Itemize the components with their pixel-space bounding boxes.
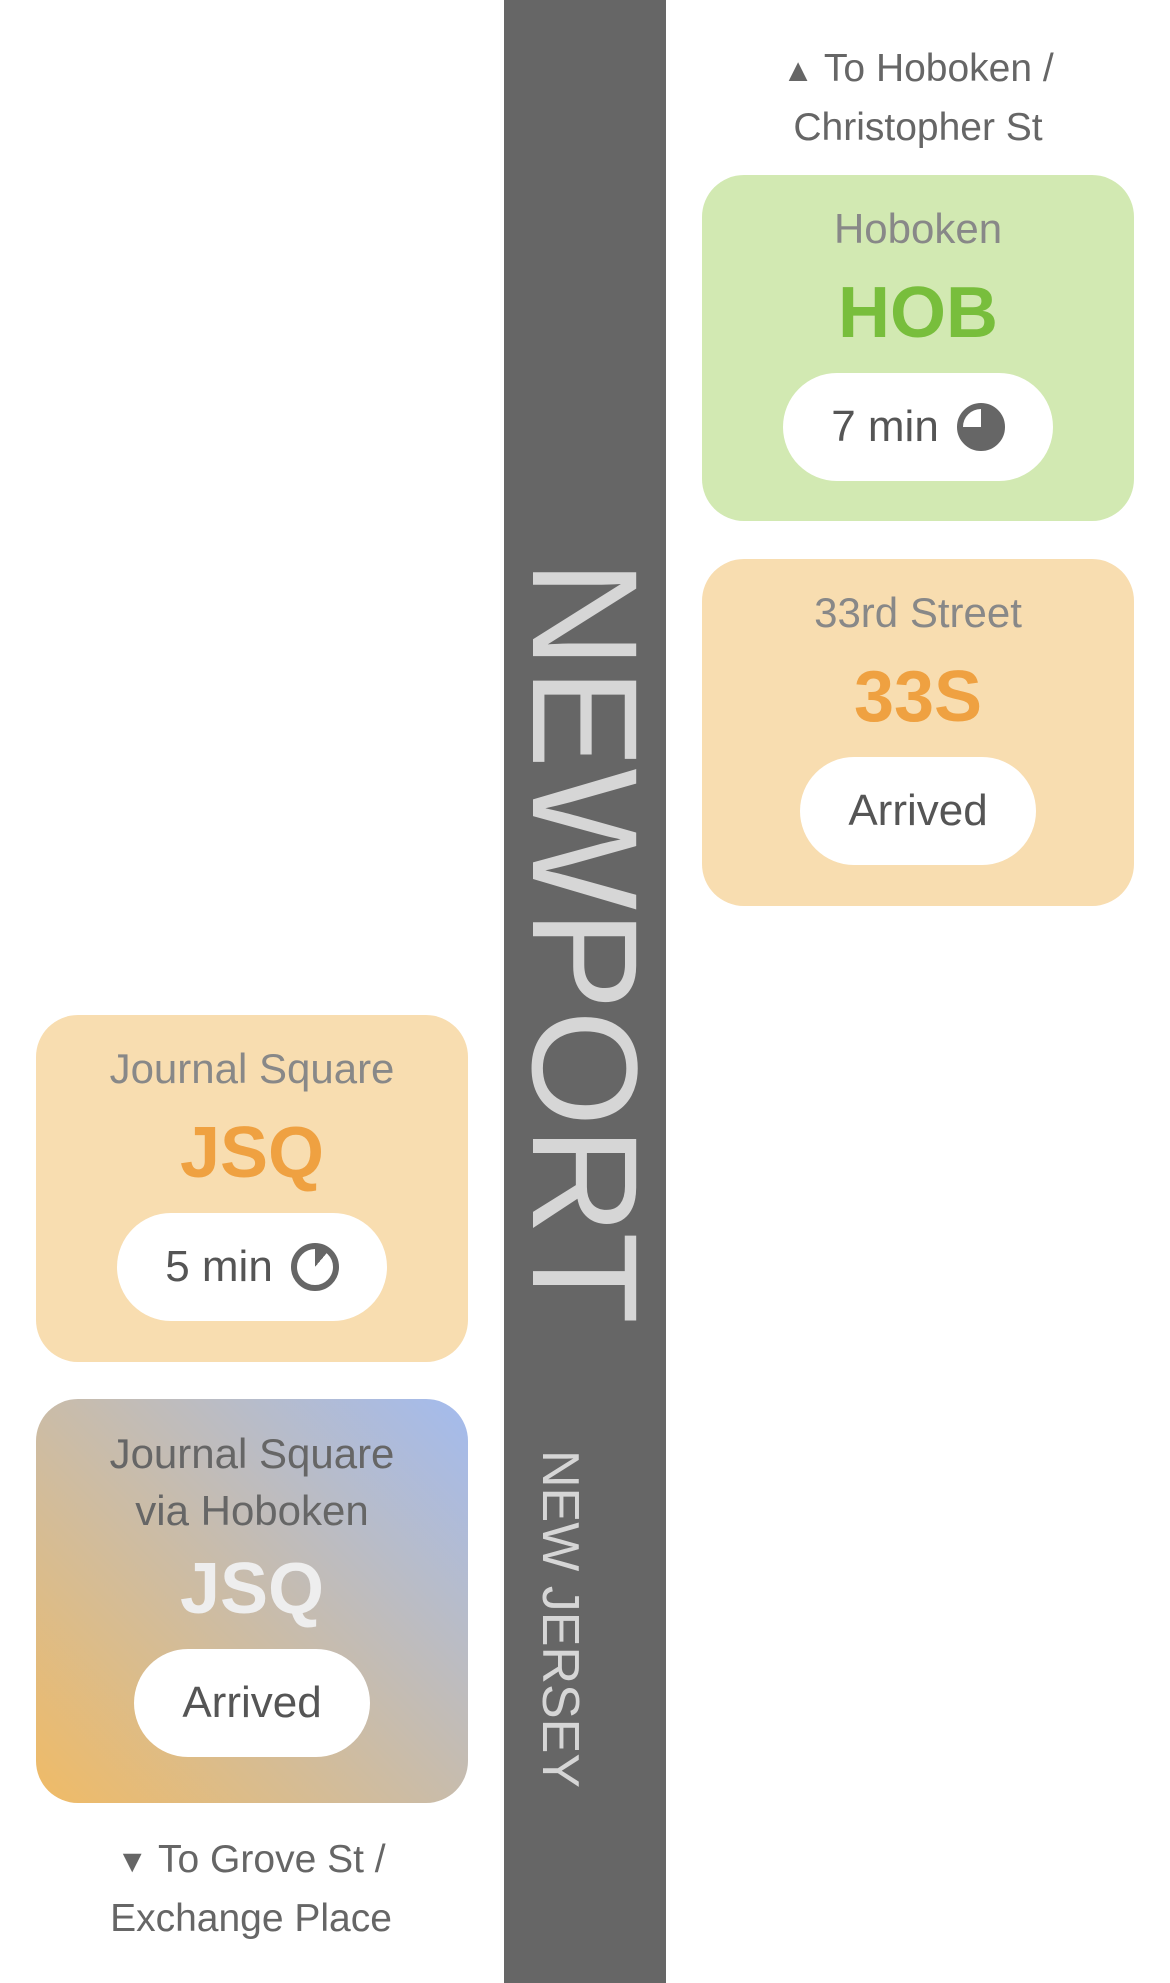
direction-south: ▼ To Grove St / Exchange Place <box>36 1831 466 1947</box>
status-text: 7 min <box>831 402 939 451</box>
status-text: Arrived <box>848 786 988 835</box>
clock-icon <box>956 403 1005 451</box>
train-destination: Journal Square via Hoboken <box>36 1425 468 1539</box>
train-card-jsq[interactable]: Journal Square JSQ 5 min <box>36 1015 468 1362</box>
station-name: NEWPORT <box>504 560 666 1324</box>
train-destination: 33rd Street <box>814 589 1022 636</box>
status-pill: 7 min <box>783 373 1053 481</box>
direction-north-line1: To Hoboken / <box>823 47 1054 90</box>
train-card-jsq-via-hoboken[interactable]: Journal Square via Hoboken JSQ Arrived <box>36 1399 468 1803</box>
clock-icon <box>290 1243 339 1291</box>
status-pill: Arrived <box>134 1649 370 1757</box>
status-pill: Arrived <box>800 757 1036 865</box>
direction-south-line1: To Grove St / <box>158 1838 386 1881</box>
status-text: 5 min <box>165 1242 273 1291</box>
direction-north: ▲ To Hoboken / Christopher St <box>703 40 1133 156</box>
station-state: NEW JERSEY <box>531 1450 589 1789</box>
train-code: 33S <box>853 657 983 737</box>
direction-south-line2: Exchange Place <box>110 1897 392 1940</box>
down-arrow-icon: ▼ <box>116 1843 149 1879</box>
status-pill: 5 min <box>117 1213 387 1321</box>
up-arrow-icon: ▲ <box>782 52 814 88</box>
train-destination-line1: Journal Square <box>109 1430 395 1477</box>
train-code: JSQ <box>179 1549 325 1629</box>
direction-north-line2: Christopher St <box>793 106 1043 149</box>
train-destination-line2: via Hoboken <box>135 1487 369 1534</box>
status-text: Arrived <box>182 1678 322 1727</box>
train-destination: Hoboken <box>833 205 1003 252</box>
train-destination: Journal Square <box>109 1045 395 1092</box>
train-card-33s[interactable]: 33rd Street 33S Arrived <box>702 559 1134 906</box>
train-code: HOB <box>838 273 998 353</box>
train-card-hob[interactable]: Hoboken HOB 7 min <box>702 175 1134 521</box>
train-code: JSQ <box>179 1113 325 1193</box>
